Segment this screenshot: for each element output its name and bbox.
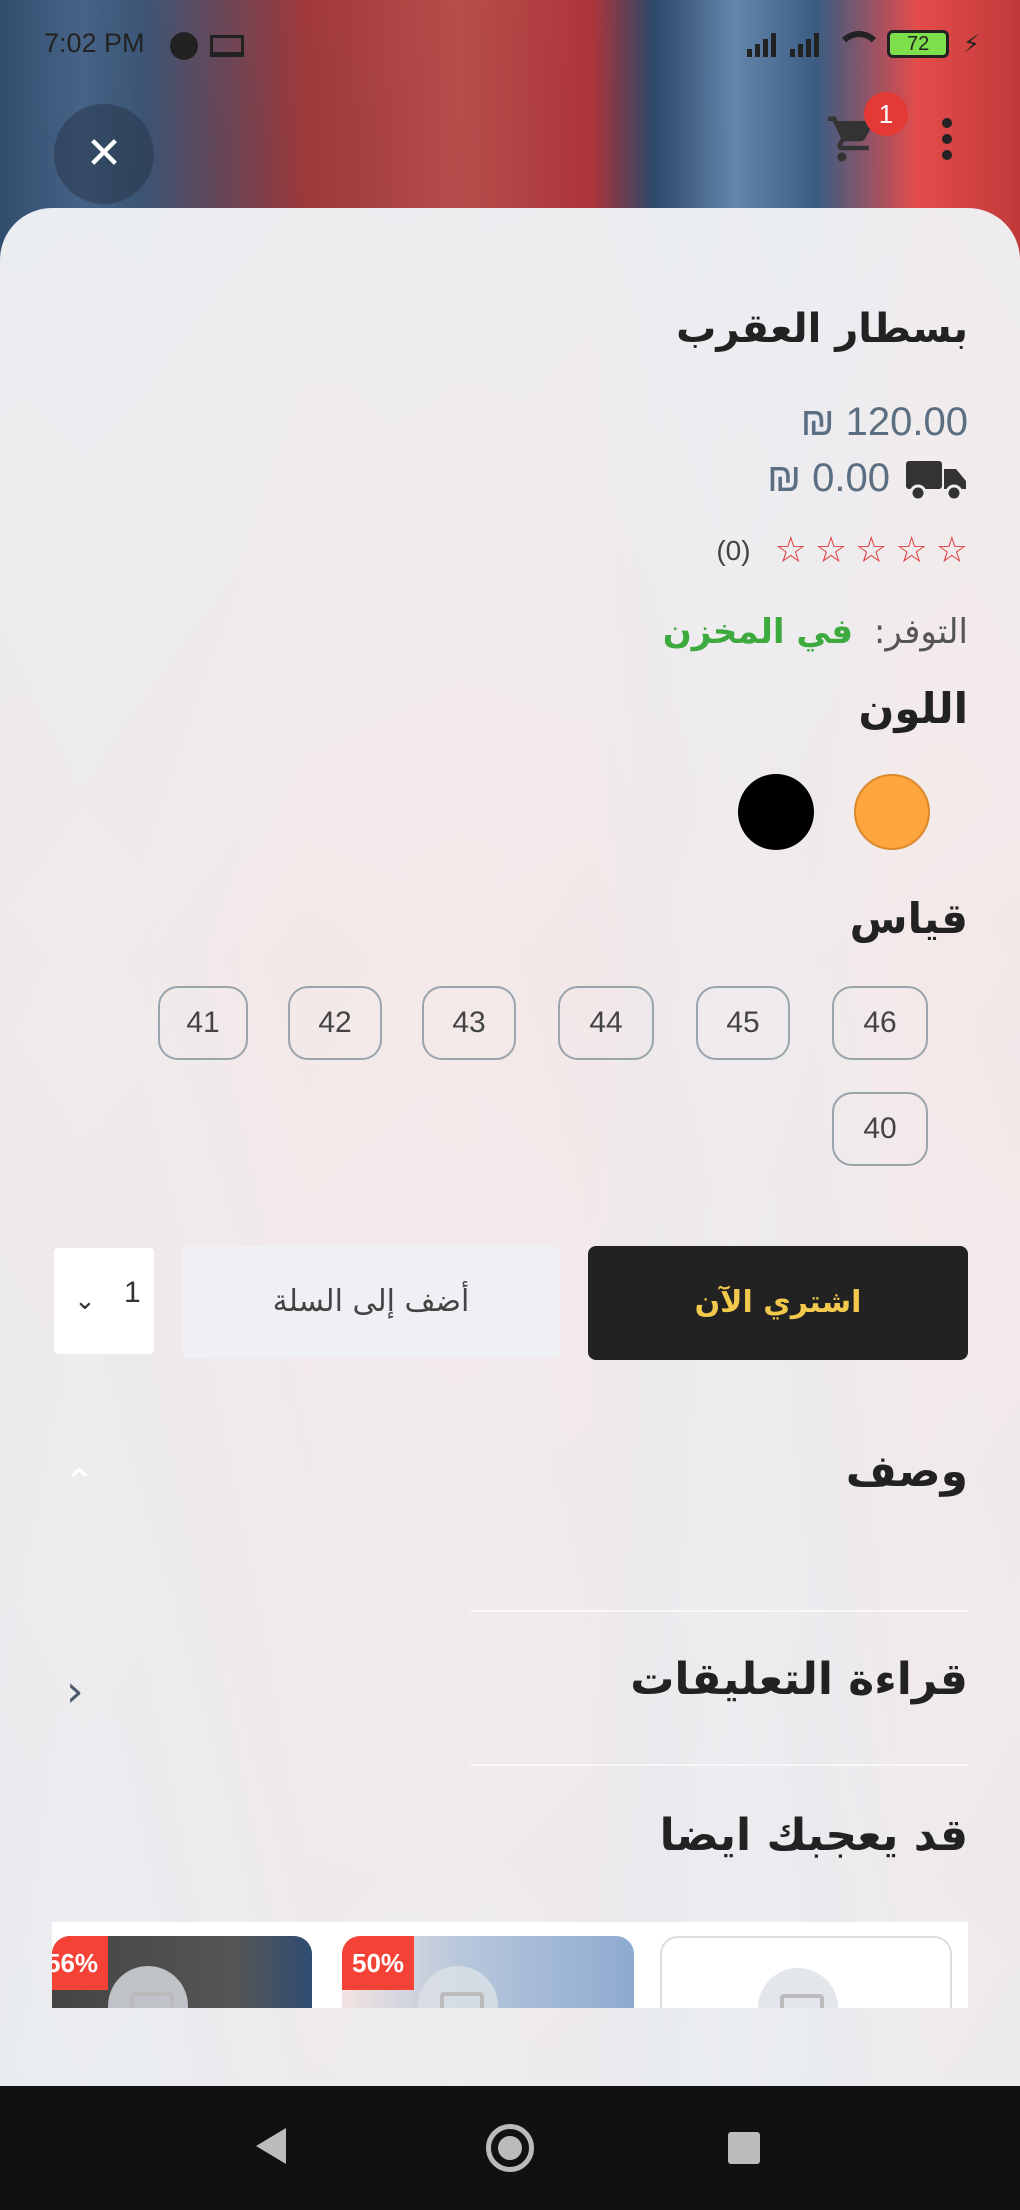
charging-icon: ⚡ [963, 30, 980, 58]
discount-badge: 50% [342, 1936, 415, 1990]
related-products-header: قد يعجبك ايضا [659, 1810, 968, 1861]
wifi-icon [833, 31, 884, 57]
availability-label: التوفر: [873, 612, 968, 652]
size-option[interactable]: 45 [696, 986, 790, 1060]
divider [470, 1610, 968, 1612]
size-option[interactable]: 44 [558, 986, 654, 1060]
product-card[interactable] [660, 1936, 952, 2008]
chevron-up-icon[interactable]: ⌃ [64, 1462, 94, 1503]
color-section-title: اللون [858, 684, 969, 733]
status-right-icons: 72 ⚡ [747, 30, 980, 58]
star-icon[interactable]: ☆ [936, 530, 968, 571]
star-icon[interactable]: ☆ [855, 530, 887, 571]
product-title: بسطار العقرب [676, 306, 968, 352]
truck-icon [906, 460, 966, 501]
product-card[interactable]: 50% [342, 1936, 634, 2008]
color-swatch-orange[interactable] [854, 774, 930, 850]
buy-now-button[interactable]: اشتري الآن [588, 1246, 968, 1360]
divider [470, 1764, 968, 1766]
reviews-header[interactable]: قراءة التعليقات [630, 1654, 968, 1705]
shipping-price: ₪ 0.00 [767, 456, 890, 500]
size-section-title: قياس [849, 894, 968, 943]
size-option[interactable]: 40 [832, 1092, 928, 1166]
status-bar: 7:02 PM 72 ⚡ [0, 28, 1020, 64]
star-rating[interactable]: ☆ ☆ ☆ ☆ ☆ [775, 530, 968, 571]
size-option[interactable]: 46 [832, 986, 928, 1060]
signal-2-icon [790, 31, 820, 57]
product-price: ₪ 120.00 [800, 400, 968, 444]
laptop-icon [210, 35, 244, 57]
add-to-cart-button[interactable]: أضف إلى السلة [182, 1246, 560, 1358]
back-icon[interactable] [256, 2128, 286, 2164]
availability-value: في المخزن [662, 612, 854, 652]
battery-icon: 72 [887, 30, 950, 58]
related-products-list[interactable]: 50% 56% [52, 1922, 968, 2008]
cart-count-badge: 1 [864, 92, 908, 136]
star-icon[interactable]: ☆ [775, 530, 807, 571]
image-placeholder-icon [108, 1966, 188, 2008]
quantity-select[interactable]: 1 ⌄ [54, 1248, 154, 1354]
notification-icon [170, 32, 198, 60]
chevron-right-icon[interactable]: › [66, 1666, 84, 1717]
availability: التوفر: في المخزن [663, 612, 968, 652]
image-placeholder-icon [418, 1966, 498, 2008]
close-button[interactable]: ✕ [54, 104, 154, 204]
color-swatch-black[interactable] [738, 774, 814, 850]
star-icon[interactable]: ☆ [895, 530, 927, 571]
quantity-value: 1 [124, 1276, 141, 1309]
recent-apps-icon[interactable] [728, 2132, 760, 2164]
discount-badge: 56% [52, 1936, 109, 1990]
shipping-info: ₪ 0.00 [767, 456, 968, 501]
signal-icon [747, 31, 777, 57]
size-option[interactable]: 43 [422, 986, 516, 1060]
chevron-down-icon: ⌄ [74, 1286, 96, 1316]
image-placeholder-icon [758, 1968, 838, 2008]
size-option[interactable]: 42 [288, 986, 382, 1060]
home-icon[interactable] [486, 2124, 534, 2172]
description-header[interactable]: وصف [846, 1446, 968, 1497]
rating: (0) ☆ ☆ ☆ ☆ ☆ [716, 530, 968, 571]
star-icon[interactable]: ☆ [815, 530, 847, 571]
status-time: 7:02 PM [44, 28, 145, 58]
size-option[interactable]: 41 [158, 986, 248, 1060]
rating-count: (0) [716, 534, 751, 566]
status-left-icons [170, 32, 244, 60]
product-card[interactable]: 56% [52, 1936, 312, 2008]
system-navigation-bar [0, 2086, 1020, 2210]
more-options-icon[interactable] [940, 118, 954, 166]
